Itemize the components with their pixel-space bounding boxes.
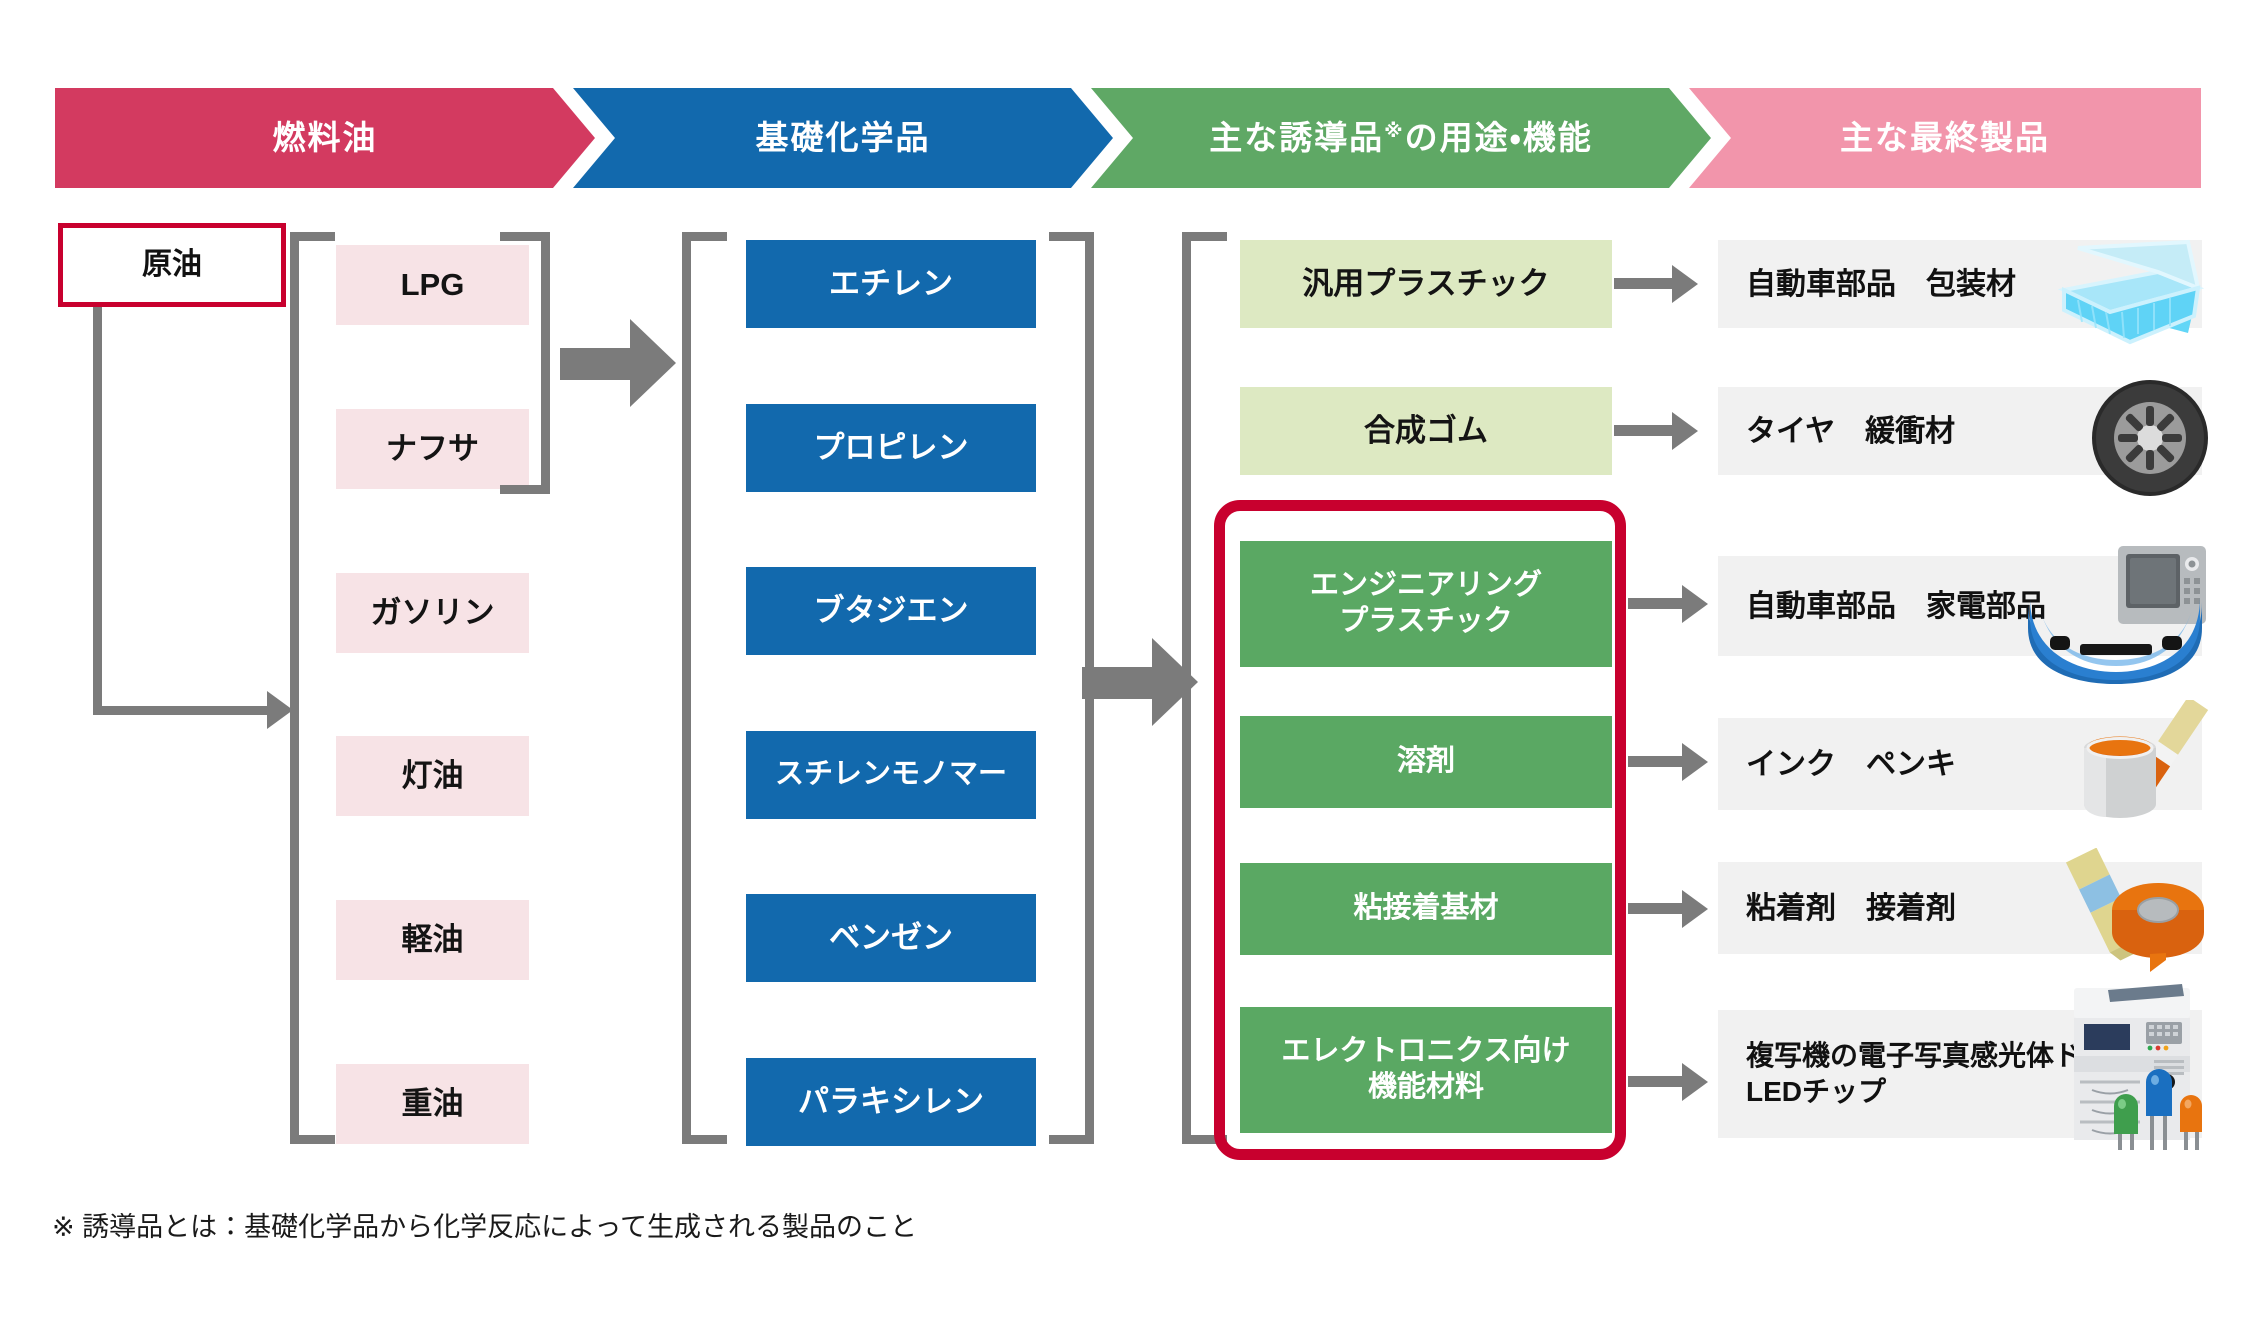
fuel-oil-item-heavy-oil: 重油 [336, 1064, 529, 1144]
glue-tape-icon [2065, 848, 2204, 972]
tire-icon [2092, 380, 2208, 496]
crude-oil-label: 原油 [142, 248, 202, 282]
basic-chemical-item-ethylene: エチレン [746, 240, 1036, 328]
header-band-basic-chemicals: 基礎化学品 [573, 88, 1113, 188]
arrow-to-product-4 [1628, 743, 1718, 781]
diagram-canvas: 燃料油 基礎化学品 主な誘導品※の用途・機能 主な最終製品 原油 LPG ナフサ… [0, 0, 2256, 1340]
derivative-item-engineering-plastics-label: エンジニアリング プラスチック [1309, 569, 1542, 637]
header-band-final-products-label: 主な最終製品 [1840, 118, 2050, 156]
fuel-oil-item-lpg-label: LPG [400, 266, 465, 302]
derivative-item-engineering-plastics: エンジニアリング プラスチック [1240, 541, 1612, 667]
footnote-label: ※ 誘導品とは：基礎化学品から化学反応によって生成される製品のこと [52, 1212, 917, 1242]
fuel-oil-item-naphtha: ナフサ [336, 409, 529, 489]
fuel-oil-bracket-top [290, 232, 335, 241]
derivatives-bracket-vertical [1182, 232, 1191, 1144]
header-band-basic-chemicals-label: 基礎化学品 [755, 118, 931, 156]
basic-chemical-item-benzene-label: ベンゼン [829, 919, 953, 955]
naphtha-group-bracket-bottom [500, 485, 550, 494]
arrow-to-product-3 [1628, 585, 1718, 623]
footnote-text: ※ 誘導品とは：基礎化学品から化学反応によって生成される製品のこと [52, 1205, 917, 1244]
arrow-to-product-6 [1628, 1063, 1718, 1101]
header-band-final-products: 主な最終製品 [1689, 88, 2201, 188]
derivative-item-electronics-materials: エレクトロニクス向け 機能材料 [1240, 1007, 1612, 1133]
fuel-oil-item-kerosene-label: 灯油 [401, 757, 464, 793]
fuel-oil-item-naphtha-label: ナフサ [386, 430, 479, 466]
crude-oil-box: 原油 [58, 223, 286, 307]
derivative-item-commodity-plastics: 汎用プラスチック [1240, 240, 1612, 328]
final-product-row-2-label: タイヤ 緩衝材 [1746, 414, 1956, 448]
derivative-item-commodity-plastics-label: 汎用プラスチック [1302, 265, 1550, 301]
fuel-oil-item-diesel: 軽油 [336, 900, 529, 980]
header-band-fuel-oil: 燃料油 [55, 88, 595, 188]
crude-oil-connector-arrow [253, 691, 293, 729]
basic-chemical-item-paraxylene-label: パラキシレン [798, 1083, 984, 1119]
naphtha-group-bracket-top [500, 232, 550, 241]
fuel-oil-item-heavy-oil-label: 重油 [401, 1085, 464, 1121]
arrow-to-product-2 [1614, 412, 1704, 450]
fuel-oil-item-gasoline: ガソリン [336, 573, 529, 653]
basic-chemical-item-propylene: プロピレン [746, 404, 1036, 492]
plastic-container-icon [2057, 239, 2204, 345]
derivative-item-solvent-label: 溶剤 [1396, 745, 1455, 778]
basic-chemicals-out-bracket-bottom [1049, 1135, 1094, 1144]
derivative-item-electronics-materials-label: エレクトロニクス向け 機能材料 [1281, 1035, 1571, 1103]
final-product-row-3-label: 自動車部品 家電部品 [1746, 589, 2046, 623]
header-band-derivatives-label: 主な誘導品※の用途・機能 [1209, 120, 1592, 156]
copier-led-icon [2074, 984, 2202, 1150]
final-product-row-1-label: 自動車部品 包装材 [1746, 267, 2016, 301]
final-product-row-4-label: インク ペンキ [1746, 747, 1956, 781]
header-band-derivatives-suffix: の用途・機能 [1404, 118, 1593, 156]
final-product-row-5-label: 粘着剤 接着剤 [1746, 891, 1956, 925]
basic-chemical-item-styrene-monomer-label: スチレンモノマー [774, 758, 1007, 791]
fuel-oil-item-kerosene: 灯油 [336, 736, 529, 816]
fuel-oil-bracket-vertical [290, 232, 299, 1144]
fuel-oil-bracket-bottom [290, 1135, 335, 1144]
derivative-item-adhesive-base: 粘接着基材 [1240, 863, 1612, 955]
derivative-item-synthetic-rubber-label: 合成ゴム [1364, 412, 1488, 448]
derivatives-bracket-top [1182, 232, 1227, 241]
arrow-to-product-5 [1628, 890, 1718, 928]
crude-oil-connector-vertical [93, 307, 102, 715]
car-bumper-microwave-icon [2028, 546, 2206, 684]
fuel-oil-item-gasoline-label: ガソリン [370, 594, 495, 630]
basic-chemical-item-butadiene-label: ブタジエン [813, 592, 969, 628]
basic-chemical-item-paraxylene: パラキシレン [746, 1058, 1036, 1146]
paint-can-brush-icon [2084, 700, 2209, 818]
header-band-derivatives-main: 主な誘導品 [1209, 118, 1385, 156]
header-band-derivatives: 主な誘導品※の用途・機能 [1091, 88, 1711, 188]
arrow-to-product-1 [1614, 265, 1704, 303]
fuel-oil-item-lpg: LPG [336, 245, 529, 325]
derivative-item-adhesive-base-label: 粘接着基材 [1353, 892, 1499, 925]
crude-oil-connector-horizontal [93, 706, 273, 715]
basic-chemical-item-butadiene: ブタジエン [746, 567, 1036, 655]
naphtha-group-bracket-vertical [541, 232, 550, 494]
basic-chemicals-out-bracket-top [1049, 232, 1094, 241]
derivative-item-solvent: 溶剤 [1240, 716, 1612, 808]
fuel-oil-item-diesel-label: 軽油 [401, 921, 464, 957]
basic-chemical-item-ethylene-label: エチレン [829, 265, 953, 301]
derivative-item-synthetic-rubber: 合成ゴム [1240, 387, 1612, 475]
basic-chemicals-bracket-vertical [682, 232, 691, 1144]
basic-chemicals-bracket-top [682, 232, 727, 241]
basic-chemical-item-styrene-monomer: スチレンモノマー [746, 731, 1036, 819]
basic-chemicals-bracket-bottom [682, 1135, 727, 1144]
basic-chemical-item-propylene-label: プロピレン [813, 429, 969, 465]
arrow-fuel-to-basic [560, 319, 682, 407]
footnote-mark-icon: ※ [1384, 120, 1405, 142]
basic-chemical-item-benzene: ベンゼン [746, 894, 1036, 982]
header-band-fuel-oil-label: 燃料油 [272, 118, 378, 156]
